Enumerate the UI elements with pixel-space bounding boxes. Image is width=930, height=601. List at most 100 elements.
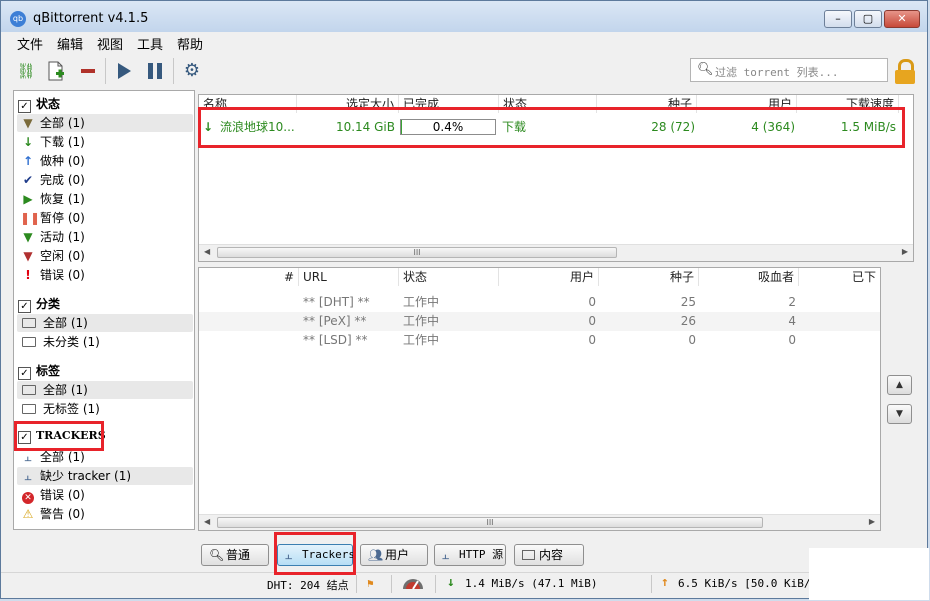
- tag-item-label: 无标签 (1): [43, 402, 100, 416]
- category-item-label: 未分类 (1): [43, 335, 100, 349]
- upload-arrow-icon: ↑: [22, 154, 34, 168]
- status-item-errored[interactable]: ! 错误 (0): [17, 266, 193, 284]
- status-item-completed[interactable]: ✔ 完成 (0): [17, 171, 193, 189]
- lock-icon[interactable]: [894, 58, 916, 84]
- table-row[interactable]: ** [DHT] ** 工作中 0 25 2: [199, 293, 880, 312]
- speed-limit-icon[interactable]: [401, 575, 425, 594]
- tracker-item-warning[interactable]: ⚠ 警告 (0): [17, 505, 193, 523]
- minimize-button[interactable]: –: [824, 10, 852, 28]
- move-down-button[interactable]: ▼: [887, 404, 912, 424]
- tab-peers[interactable]: 👥︎ 用户: [360, 544, 428, 566]
- scroll-left-arrow[interactable]: ◀: [204, 517, 210, 526]
- close-button[interactable]: ✕: [884, 10, 920, 28]
- tag-item-label: 全部 (1): [43, 383, 88, 397]
- tag-item-untagged[interactable]: 无标签 (1): [17, 400, 193, 418]
- table-row[interactable]: ** [PeX] ** 工作中 0 26 4: [199, 312, 880, 331]
- menu-tools[interactable]: 工具: [137, 34, 163, 53]
- menu-file[interactable]: 文件: [17, 34, 43, 53]
- users-icon: 👥︎: [368, 548, 384, 562]
- status-item-inactive[interactable]: ▼ 空闲 (0): [17, 247, 193, 265]
- window-title: qBittorrent v4.1.5: [33, 11, 149, 26]
- tracker-peers: 0: [588, 333, 596, 347]
- torrent-list-scrollbar[interactable]: ◀ III ▶: [199, 244, 913, 261]
- status-item-all[interactable]: ▼ 全部 (1): [17, 114, 193, 132]
- tracker-status: 工作中: [403, 314, 440, 328]
- download-speed[interactable]: 1.4 MiB/s (47.1 MiB): [465, 577, 597, 590]
- tab-content[interactable]: 内容: [514, 544, 584, 566]
- pause-icon[interactable]: [144, 60, 166, 82]
- checkmark-icon: ✔: [22, 173, 34, 187]
- column-header-number[interactable]: #: [199, 268, 299, 286]
- scroll-left-arrow[interactable]: ◀: [204, 247, 210, 256]
- menu-edit[interactable]: 编辑: [57, 34, 83, 53]
- title-bar[interactable]: qb qBittorrent v4.1.5 – ▢ ✕: [1, 1, 927, 32]
- scroll-right-arrow[interactable]: ▶: [869, 517, 875, 526]
- highlight-box-torrent-row: [198, 107, 905, 148]
- status-checkbox[interactable]: ✓: [18, 100, 31, 113]
- scrollbar-thumb[interactable]: III: [217, 247, 617, 258]
- remove-icon[interactable]: [77, 60, 99, 82]
- occluding-overlay: [809, 548, 929, 600]
- upload-speed[interactable]: 6.5 KiB/s [50.0 KiB/: [678, 577, 810, 590]
- column-header-tracker-status[interactable]: 状态: [399, 268, 499, 286]
- maximize-button[interactable]: ▢: [854, 10, 882, 28]
- tracker-item-label: 全部 (1): [40, 450, 85, 464]
- status-item-label: 恢复 (1): [40, 192, 85, 206]
- tracker-item-label: 警告 (0): [40, 507, 85, 521]
- column-header-tracker-seeds[interactable]: 种子: [599, 268, 699, 286]
- status-item-label: 下载 (1): [40, 135, 85, 149]
- tag-item-all[interactable]: 全部 (1): [17, 381, 193, 399]
- status-item-paused[interactable]: ❚❚暂停 (0): [17, 209, 193, 227]
- category-header-label: 分类: [36, 297, 61, 311]
- status-header-label: 状态: [36, 97, 61, 111]
- tab-http-sources[interactable]: ⫠ HTTP 源: [434, 544, 506, 566]
- tracker-peers: 0: [588, 295, 596, 309]
- status-item-seeding[interactable]: ↑ 做种 (0): [17, 152, 193, 170]
- folder-icon: [22, 385, 36, 395]
- tab-label: HTTP 源: [459, 548, 504, 561]
- menu-help[interactable]: 帮助: [177, 34, 203, 53]
- menu-view[interactable]: 视图: [97, 34, 123, 53]
- scroll-right-arrow[interactable]: ▶: [902, 247, 908, 256]
- tracker-seeds: 25: [680, 295, 696, 309]
- category-item-all[interactable]: 全部 (1): [17, 314, 193, 332]
- statusbar-separator: [356, 575, 357, 593]
- options-icon[interactable]: ⚙: [181, 60, 203, 82]
- table-row[interactable]: ** [LSD] ** 工作中 0 0 0: [199, 331, 880, 350]
- column-header-users[interactable]: 用户: [499, 268, 599, 286]
- tags-section-header[interactable]: ✓ 标签: [18, 362, 60, 380]
- add-link-icon[interactable]: ⛓: [15, 60, 37, 82]
- column-header-leechers[interactable]: 吸血者: [699, 268, 799, 286]
- category-checkbox[interactable]: ✓: [18, 300, 31, 313]
- column-header-url[interactable]: URL: [299, 268, 399, 286]
- category-section-header[interactable]: ✓ 分类: [18, 295, 60, 313]
- resume-icon[interactable]: [113, 60, 135, 82]
- search-input[interactable]: 🔍︎ 过滤 torrent 列表...: [690, 58, 888, 82]
- category-item-uncategorized[interactable]: 未分类 (1): [17, 333, 193, 351]
- trackers-table-scrollbar[interactable]: ◀ III ▶: [199, 514, 880, 530]
- filter-sidebar: ✓ 状态 ▼ 全部 (1) ↓ 下载 (1) ↑ 做种 (0) ✔ 完成 (0) ▶ 恢复 …: [13, 90, 195, 530]
- connection-status-icon[interactable]: ⚑: [367, 577, 374, 590]
- tracker-leechers: 2: [788, 295, 796, 309]
- add-file-icon[interactable]: [44, 60, 66, 82]
- status-item-resumed[interactable]: ▶ 恢复 (1): [17, 190, 193, 208]
- scrollbar-thumb[interactable]: III: [217, 517, 763, 528]
- tracker-item-error[interactable]: ✕ 错误 (0): [17, 486, 193, 504]
- status-item-downloading[interactable]: ↓ 下载 (1): [17, 133, 193, 151]
- warning-icon: ⚠: [22, 507, 34, 521]
- folder-icon: [22, 404, 36, 414]
- tab-general[interactable]: 🔍︎ 普通: [201, 544, 269, 566]
- status-item-active[interactable]: ▼ 活动 (1): [17, 228, 193, 246]
- category-item-label: 全部 (1): [43, 316, 88, 330]
- move-up-button[interactable]: ▲: [887, 375, 912, 395]
- status-section-header[interactable]: ✓ 状态: [18, 95, 60, 113]
- folder-icon: [22, 318, 36, 328]
- column-header-downloaded[interactable]: 已下: [799, 268, 880, 286]
- tab-label: 用户: [385, 548, 410, 562]
- tracker-seeds: 0: [688, 333, 696, 347]
- tracker-leechers: 0: [788, 333, 796, 347]
- toolbar-separator: [105, 58, 106, 84]
- status-item-label: 错误 (0): [40, 268, 85, 282]
- tags-checkbox[interactable]: ✓: [18, 367, 31, 380]
- tracker-item-trackerless[interactable]: ⫠ 缺少 tracker (1): [17, 467, 193, 485]
